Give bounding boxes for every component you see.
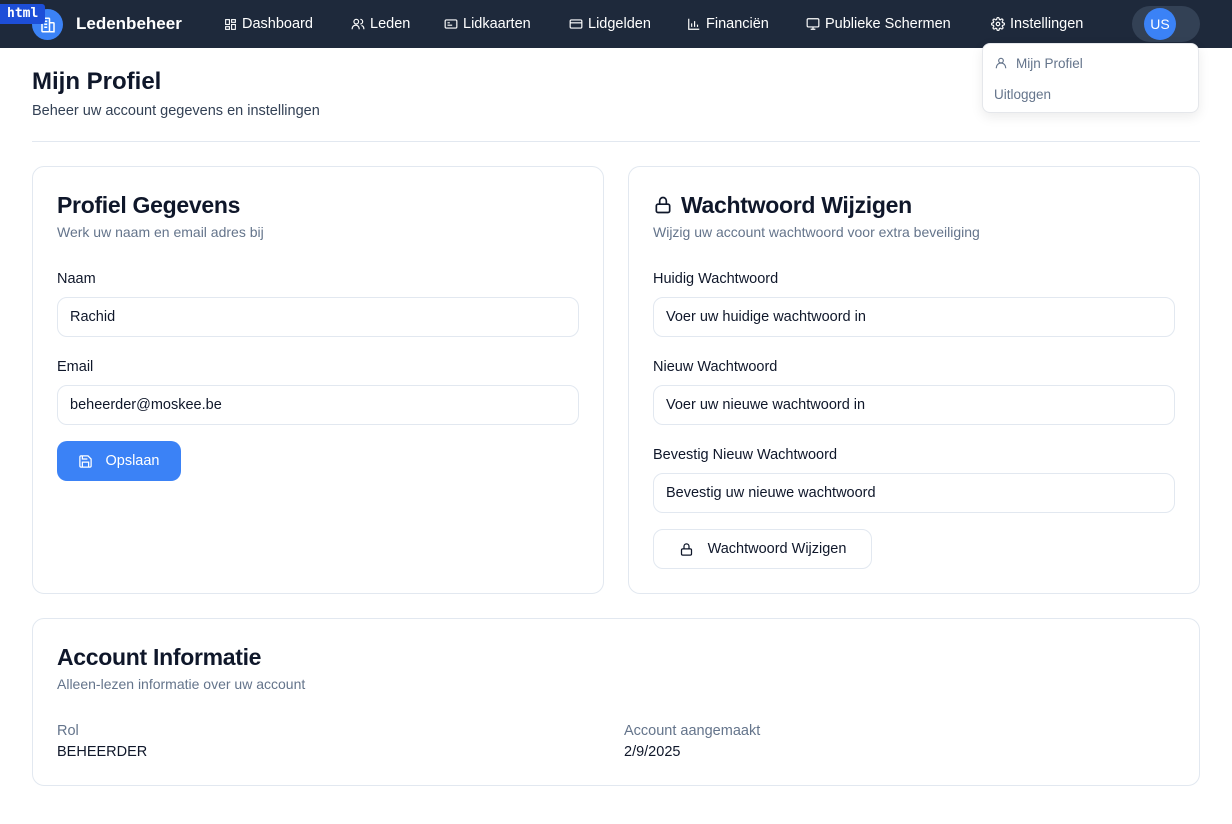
role-value: BEHEERDER (57, 744, 148, 760)
nav-item-publieke-schermen[interactable]: Publieke Schermen (806, 14, 951, 34)
new-password-label: Nieuw Wachtwoord (653, 359, 778, 375)
menu-item-label: Uitloggen (994, 86, 1052, 102)
nav-item-instellingen[interactable]: Instellingen (991, 14, 1083, 34)
change-password-label: Wachtwoord Wijzigen (707, 541, 847, 557)
menu-item-label: Mijn Profiel (1016, 55, 1083, 71)
credit-card-icon (569, 19, 583, 29)
menu-item-my-profile[interactable]: Mijn Profiel (994, 53, 1083, 73)
users-icon (351, 18, 365, 30)
user-menu-button[interactable]: US (1132, 6, 1200, 42)
nav-item-lidkaarten[interactable]: Lidkaarten (444, 14, 531, 34)
bar-chart-icon (688, 18, 700, 30)
account-info-card: Account Informatie Alleen-lezen informat… (32, 618, 1200, 786)
divider (32, 141, 1200, 142)
lock-icon (655, 196, 671, 214)
nav-label: Leden (370, 16, 411, 32)
top-navbar: html Ledenbeheer Dashboard Leden Lidkaar… (0, 0, 1232, 48)
nav-item-financien[interactable]: Financiën (687, 14, 769, 34)
page-title: Mijn Profiel (32, 68, 162, 95)
save-button-label: Opslaan (105, 453, 160, 469)
dashboard-icon (225, 18, 236, 30)
nav-label: Instellingen (1010, 16, 1084, 32)
save-icon (79, 454, 93, 468)
save-button[interactable]: Opslaan (57, 441, 181, 481)
html-badge: html (0, 4, 46, 24)
card-title-text: Wachtwoord Wijzigen (681, 192, 912, 218)
page-subtitle: Beheer uw account gegevens en instelling… (32, 103, 320, 119)
menu-item-logout[interactable]: Uitloggen (994, 84, 1051, 104)
brand-name[interactable]: Ledenbeheer (76, 14, 182, 34)
nav-label: Lidkaarten (463, 16, 531, 32)
email-label: Email (57, 359, 94, 375)
new-password-field[interactable] (653, 385, 1175, 425)
user-icon (995, 57, 1007, 69)
user-dropdown-menu: Mijn Profiel Uitloggen (982, 43, 1199, 113)
card-description: Wijzig uw account wachtwoord voor extra … (653, 224, 980, 240)
monitor-icon (806, 18, 820, 30)
nav-item-lidgelden[interactable]: Lidgelden (569, 14, 651, 34)
name-field[interactable] (57, 297, 579, 337)
current-password-label: Huidig Wachtwoord (653, 271, 779, 287)
password-card: Wachtwoord Wijzigen Wijzig uw account wa… (628, 166, 1200, 594)
id-card-icon (444, 19, 458, 29)
nav-label: Publieke Schermen (825, 16, 951, 32)
current-password-field[interactable] (653, 297, 1175, 337)
email-field[interactable] (57, 385, 579, 425)
change-password-button[interactable]: Wachtwoord Wijzigen (653, 529, 872, 569)
avatar[interactable]: US (1144, 8, 1176, 40)
confirm-password-field[interactable] (653, 473, 1175, 513)
nav-item-dashboard[interactable]: Dashboard (224, 14, 313, 34)
card-title: Wachtwoord Wijzigen (653, 191, 912, 219)
role-label: Rol (57, 723, 79, 739)
gear-icon (991, 17, 1005, 31)
nav-label: Lidgelden (588, 16, 651, 32)
card-title-text: Account Informatie (57, 644, 262, 670)
nav-label: Dashboard (242, 16, 313, 32)
confirm-password-label: Bevestig Nieuw Wachtwoord (653, 447, 838, 463)
nav-item-leden[interactable]: Leden (351, 14, 410, 34)
profile-card: Profiel Gegevens Werk uw naam en email a… (32, 166, 604, 594)
card-title: Profiel Gegevens (57, 191, 240, 219)
lock-icon (680, 542, 692, 556)
card-title-text: Profiel Gegevens (57, 192, 241, 218)
name-label: Naam (57, 271, 96, 287)
card-description: Werk uw naam en email adres bij (57, 224, 264, 240)
created-value: 2/9/2025 (624, 744, 681, 760)
card-description: Alleen-lezen informatie over uw account (57, 676, 306, 692)
card-title: Account Informatie (57, 643, 261, 671)
nav-label: Financiën (706, 16, 769, 32)
created-label: Account aangemaakt (624, 723, 761, 739)
